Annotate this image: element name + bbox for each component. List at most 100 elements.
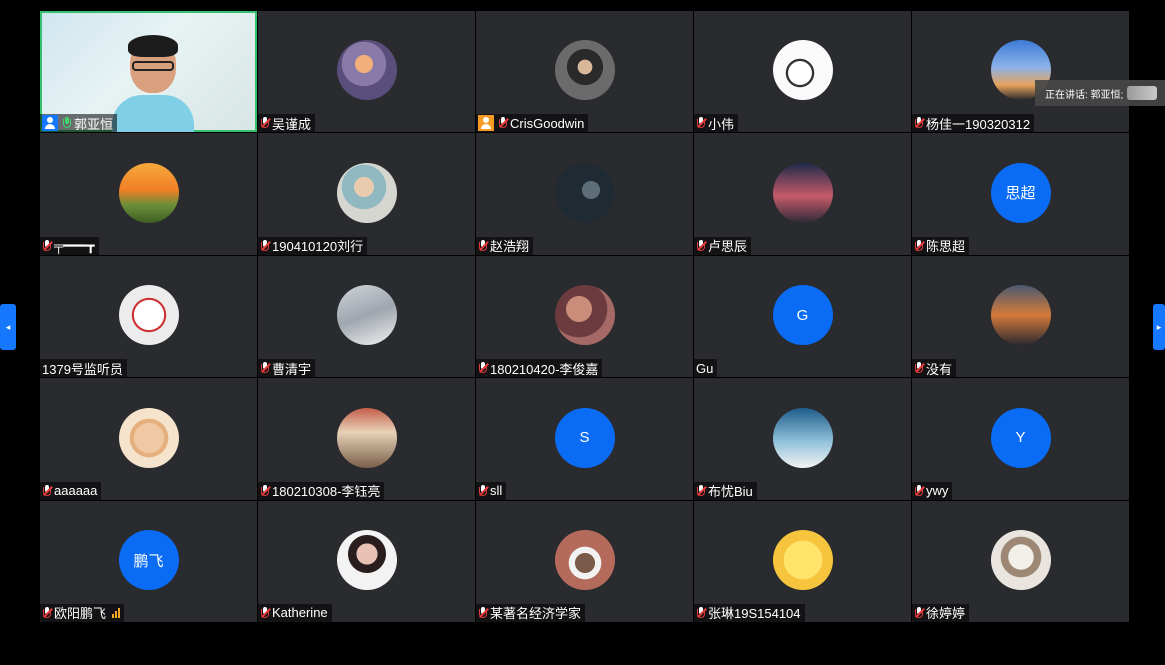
participant-name: 徐婷婷: [926, 606, 966, 622]
microphone-muted-icon: [260, 606, 271, 619]
avatar: Y: [990, 407, 1051, 468]
participant-name: 1379号监听员: [42, 361, 123, 377]
name-label: CrisGoodwin: [476, 114, 589, 133]
participant-name: Katherine: [272, 605, 328, 621]
microphone-muted-icon: [696, 484, 707, 497]
participant-name: 欧阳鹏飞: [54, 606, 107, 622]
participant-grid: 郭亚恒 吴谨成 CrisGoodwin 小伟 杨佳一190320312 ╤━━━┳ 1904…: [40, 11, 1130, 622]
name-label: 卢思辰: [694, 236, 752, 255]
participant-tile[interactable]: 郭亚恒: [40, 11, 257, 133]
avatar: [118, 285, 179, 346]
microphone-muted-icon: [478, 239, 489, 252]
participant-tile[interactable]: 没有: [912, 255, 1129, 378]
microphone-muted-icon: [914, 239, 925, 252]
participant-name: 没有: [926, 361, 953, 377]
participant-name: 180210308-李钰亮: [272, 484, 381, 500]
avatar: 思超: [990, 162, 1051, 223]
chevron-right-icon: ▸: [1156, 321, 1162, 332]
participant-tile[interactable]: ╤━━━┳: [40, 133, 257, 255]
participant-name: 杨佳一190320312: [926, 116, 1031, 132]
avatar-initials: S: [579, 429, 590, 447]
participant-name: 某著名经济学家: [490, 606, 582, 622]
avatar: [554, 162, 615, 223]
avatar: G: [772, 285, 833, 346]
microphone-muted-icon: [260, 117, 271, 129]
avatar: [772, 40, 833, 101]
avatar: [336, 162, 397, 223]
participant-name: 180210420-李俊嘉: [490, 361, 599, 377]
microphone-muted-icon: [478, 484, 489, 497]
participant-tile[interactable]: 小伟: [694, 11, 911, 133]
name-label: 小伟: [694, 114, 739, 133]
avatar: 鹏飞: [118, 530, 179, 591]
participant-tile[interactable]: 鹏飞 欧阳鹏飞: [40, 500, 257, 622]
participant-tile[interactable]: 180210308-李钰亮: [258, 378, 475, 500]
participant-name: CrisGoodwin: [510, 115, 585, 131]
participant-tile[interactable]: 布忧Biu: [694, 378, 911, 500]
participant-name: ywy: [926, 483, 949, 499]
participant-name: 卢思辰: [708, 239, 748, 255]
participant-tile[interactable]: 某著名经济学家: [476, 500, 693, 622]
next-page-button[interactable]: ▸: [1153, 304, 1165, 350]
name-label: 徐婷婷: [912, 603, 970, 622]
participant-tile[interactable]: 思超陈思超: [912, 133, 1129, 255]
name-label: 杨佳一190320312: [912, 114, 1035, 133]
avatar: [772, 162, 833, 223]
name-label: 吴谨成: [258, 114, 316, 133]
speaking-graphic: [1127, 86, 1157, 100]
participant-tile[interactable]: Ssll: [476, 378, 693, 500]
name-label: ywy: [912, 481, 953, 500]
microphone-muted-icon: [914, 362, 925, 374]
participant-tile[interactable]: CrisGoodwin: [476, 11, 693, 133]
microphone-muted-icon: [260, 239, 271, 252]
avatar: [772, 407, 833, 468]
microphone-icon: [62, 117, 72, 129]
avatar: [336, 40, 397, 101]
name-label: 郭亚恒: [40, 114, 118, 133]
participant-tile[interactable]: 赵浩翔: [476, 133, 693, 255]
name-label: 布忧Biu: [694, 481, 757, 500]
avatar: [990, 530, 1051, 591]
participant-tile[interactable]: 180210420-李俊嘉: [476, 255, 693, 378]
microphone-muted-icon: [914, 606, 925, 619]
participant-tile[interactable]: 卢思辰: [694, 133, 911, 255]
microphone-muted-icon: [696, 117, 707, 129]
name-label: 180210308-李钰亮: [258, 481, 385, 500]
microphone-muted-icon: [696, 606, 707, 619]
participant-name: sll: [490, 483, 503, 499]
participant-name: 郭亚恒: [74, 116, 114, 132]
name-label: aaaaaa: [40, 481, 102, 500]
participant-name: 布忧Biu: [708, 484, 753, 500]
participant-tile[interactable]: aaaaaa: [40, 378, 257, 500]
participant-tile[interactable]: 曹清宇: [258, 255, 475, 378]
participant-name: Gu: [696, 360, 714, 376]
chevron-left-icon: ◂: [5, 321, 11, 332]
participant-name: ╤━━━┳: [54, 237, 95, 253]
user-icon: [42, 115, 58, 132]
avatar: [990, 285, 1051, 346]
avatar: [554, 40, 615, 101]
participant-name: 190410120刘行: [272, 239, 364, 255]
speaking-text: 正在讲话: 郭亚恒;: [1045, 89, 1124, 101]
name-label: ╤━━━┳: [40, 236, 99, 255]
participant-tile[interactable]: G Gu: [694, 255, 911, 378]
participant-tile[interactable]: 190410120刘行: [258, 133, 475, 255]
microphone-muted-icon: [498, 117, 509, 129]
participant-name: 张琳19S154104: [708, 606, 801, 622]
name-label: 张琳19S154104: [694, 603, 805, 622]
participant-tile[interactable]: 杨佳一190320312: [912, 11, 1129, 133]
name-label: Gu: [694, 359, 718, 378]
name-label: 曹清宇: [258, 359, 316, 378]
participant-tile[interactable]: 1379号监听员: [40, 255, 257, 378]
participant-tile[interactable]: 徐婷婷: [912, 500, 1129, 622]
avatar: [118, 407, 179, 468]
participant-tile[interactable]: Katherine: [258, 500, 475, 622]
participant-tile[interactable]: 张琳19S154104: [694, 500, 911, 622]
avatar: [336, 285, 397, 346]
video-feed: [112, 31, 194, 133]
participant-tile[interactable]: Yywy: [912, 378, 1129, 500]
name-label: 陈思超: [912, 236, 970, 255]
participant-tile[interactable]: 吴谨成: [258, 11, 475, 133]
previous-page-button[interactable]: ◂: [0, 304, 16, 350]
participant-name: 赵浩翔: [490, 239, 530, 255]
